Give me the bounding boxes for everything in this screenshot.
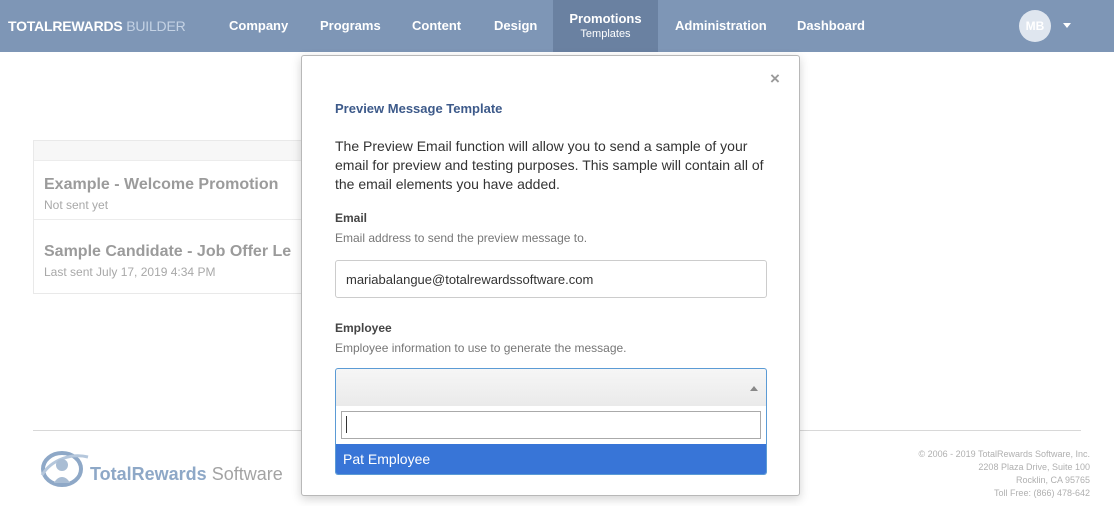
employee-dropdown: Pat Employee	[335, 406, 767, 475]
modal-description: The Preview Email function will allow yo…	[335, 138, 764, 192]
list-divider	[34, 219, 322, 220]
email-help-text: Email address to send the preview messag…	[335, 231, 588, 245]
brand-main: TOTALREWARDS	[8, 18, 123, 34]
employee-help-text: Employee information to use to generate …	[335, 341, 627, 355]
nav-promotions[interactable]: Promotions Templates	[553, 0, 658, 52]
footer-copyright: © 2006 - 2019 TotalRewards Software, Inc…	[830, 448, 1090, 500]
employee-search-input[interactable]	[341, 411, 761, 439]
close-icon[interactable]: ×	[770, 70, 780, 87]
email-input[interactable]	[335, 260, 767, 298]
logo-text-light: Software	[211, 464, 283, 484]
list-item[interactable]: Example - Welcome Promotion Not sent yet	[44, 176, 278, 212]
nav-promotions-sublabel[interactable]: Templates	[553, 28, 658, 40]
nav-promotions-label: Promotions	[569, 11, 642, 26]
list-header	[34, 141, 322, 161]
address-line: 2208 Plaza Drive, Suite 100	[978, 462, 1090, 472]
brand-sub: BUILDER	[126, 18, 186, 34]
nav-company[interactable]: Company	[229, 0, 288, 52]
user-avatar[interactable]: MB	[1019, 10, 1051, 42]
email-label: Email	[335, 211, 368, 225]
modal-title: Preview Message Template	[335, 101, 503, 116]
nav-design[interactable]: Design	[494, 0, 537, 52]
preview-message-modal: × Preview Message Template The Preview E…	[301, 55, 800, 496]
totalrewards-logo-icon	[40, 451, 89, 487]
copyright-line: © 2006 - 2019 TotalRewards Software, Inc…	[918, 449, 1090, 459]
caret-up-icon[interactable]	[750, 386, 758, 391]
nav-dashboard[interactable]: Dashboard	[797, 0, 865, 52]
list-item[interactable]: Sample Candidate - Job Offer Le Last sen…	[44, 243, 291, 279]
nav-administration[interactable]: Administration	[675, 0, 767, 52]
nav-programs[interactable]: Programs	[320, 0, 381, 52]
text-cursor	[346, 416, 347, 433]
brand-logo[interactable]: TOTALREWARDS BUILDER	[8, 0, 186, 52]
employee-label: Employee	[335, 321, 392, 335]
template-list: Example - Welcome Promotion Not sent yet…	[33, 140, 323, 294]
employee-select[interactable]	[335, 368, 767, 406]
list-item-meta: Last sent July 17, 2019 4:34 PM	[44, 265, 216, 279]
list-item-title: Example - Welcome Promotion	[44, 176, 279, 193]
phone-line: Toll Free: (866) 478-642	[993, 488, 1090, 498]
list-item-meta: Not sent yet	[44, 198, 109, 212]
top-navbar: TOTALREWARDS BUILDER Company Programs Co…	[0, 0, 1114, 52]
list-item-title: Sample Candidate - Job Offer Le	[44, 243, 292, 260]
caret-down-icon[interactable]	[1063, 23, 1071, 28]
logo-text-bold: TotalRewards	[90, 464, 207, 484]
nav-content[interactable]: Content	[412, 0, 461, 52]
dropdown-option-pat-employee[interactable]: Pat Employee	[336, 444, 766, 474]
footer-logo-text: TotalRewards Software	[90, 464, 283, 485]
city-line: Rocklin, CA 95765	[1015, 475, 1090, 485]
